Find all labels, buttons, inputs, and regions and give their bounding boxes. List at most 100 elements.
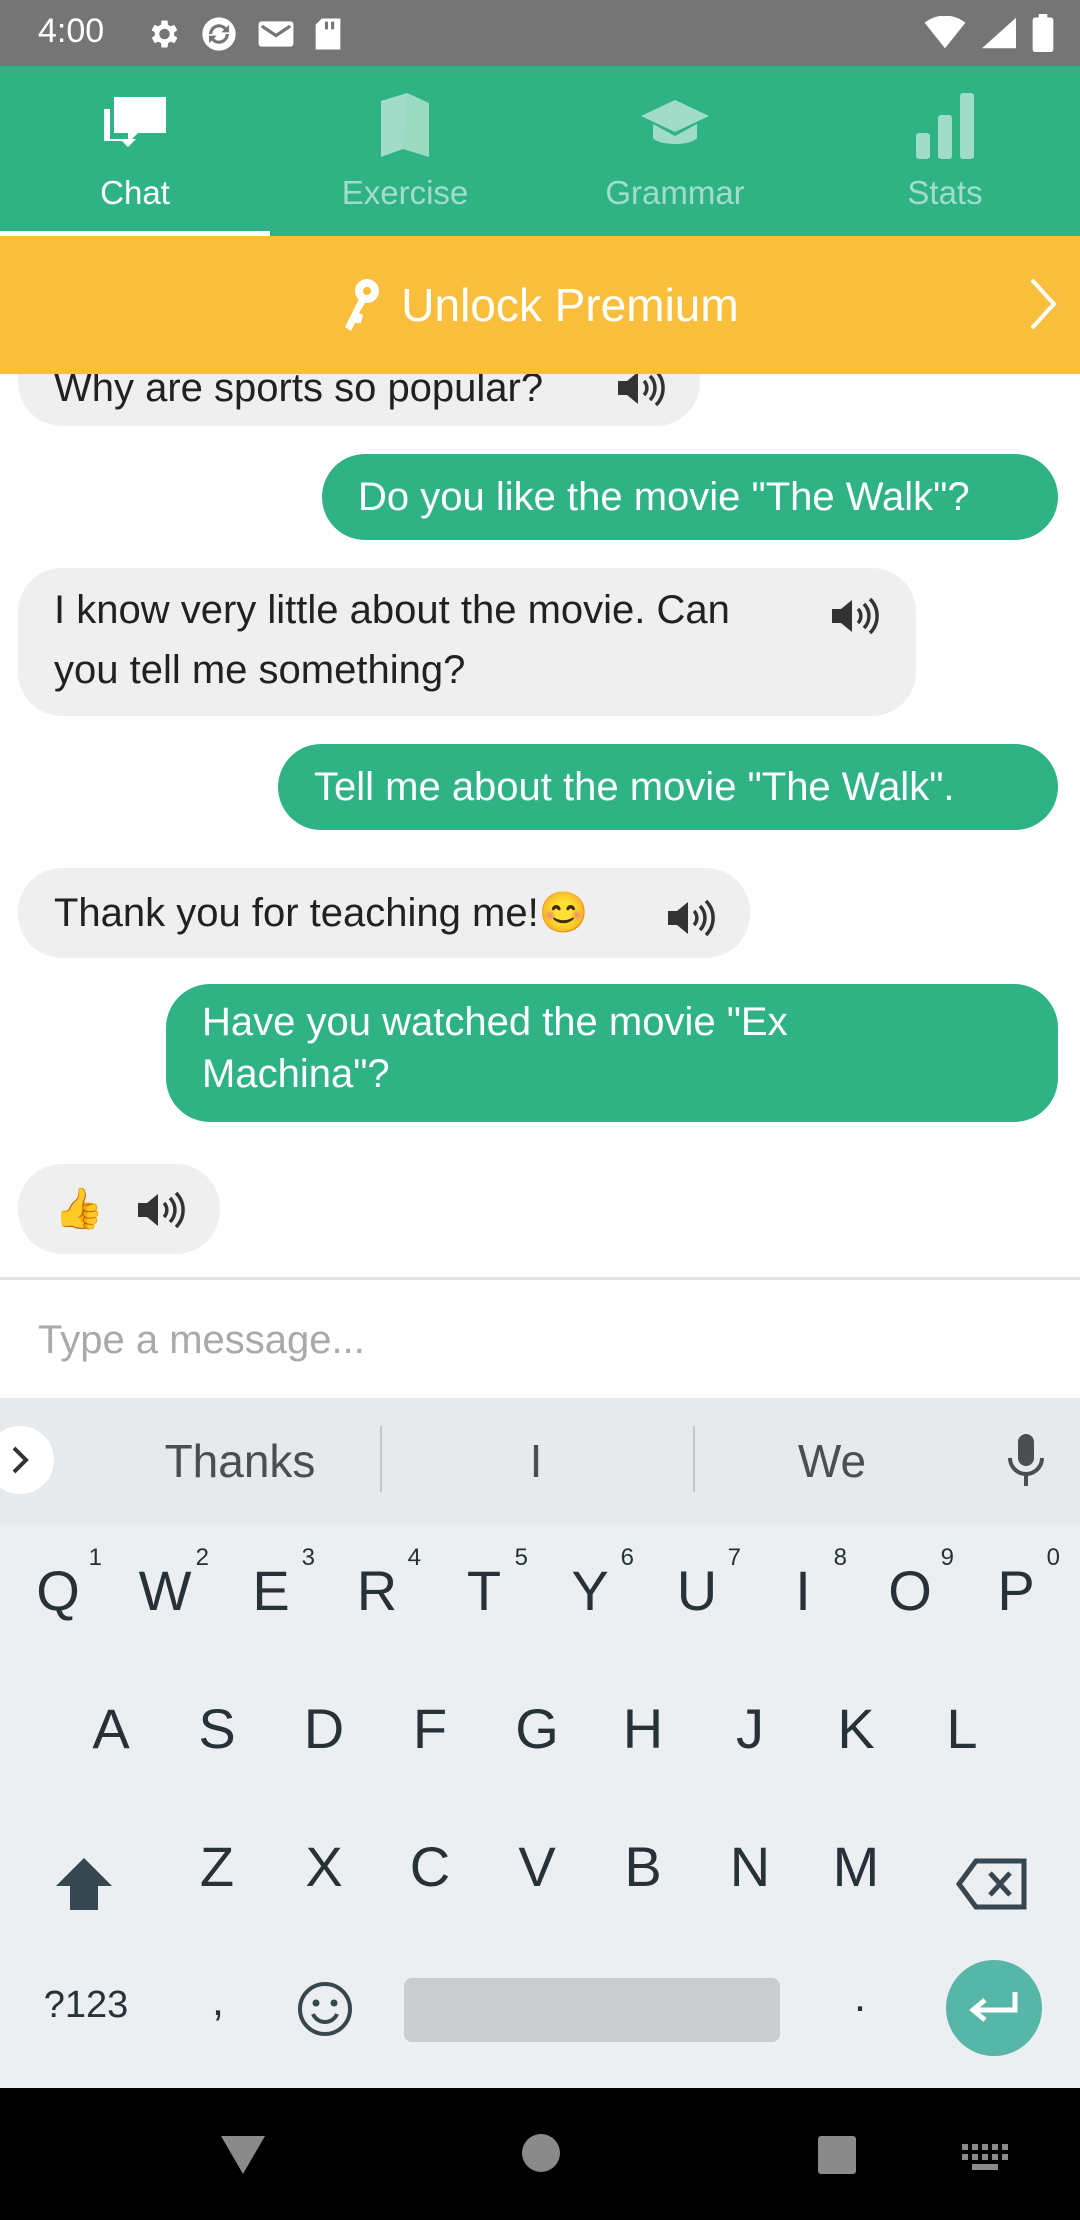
message-text: Thank you for teaching me!😊 xyxy=(54,891,589,935)
key-g[interactable]: G xyxy=(487,1696,587,1761)
key-l[interactable]: L xyxy=(912,1696,1012,1761)
speaker-icon[interactable] xyxy=(830,596,882,636)
suggestion-item[interactable]: Thanks xyxy=(140,1434,340,1488)
backspace-icon[interactable] xyxy=(956,1858,1028,1910)
key-n[interactable]: N xyxy=(700,1834,800,1899)
tab-stats[interactable]: Stats xyxy=(810,66,1080,236)
microphone-icon[interactable] xyxy=(1006,1432,1046,1490)
message-text-line: Machina"? xyxy=(202,1052,390,1096)
bot-message: Why are sports so popular? xyxy=(18,374,700,426)
bot-message: 👍 xyxy=(18,1164,220,1254)
battery-icon xyxy=(1032,14,1054,52)
key-u[interactable]: U7 xyxy=(647,1544,747,1623)
notification-icons xyxy=(145,14,343,54)
key-j[interactable]: J xyxy=(700,1696,800,1761)
tab-bar: Chat Exercise Grammar Stats xyxy=(0,66,1080,236)
chevron-right-icon xyxy=(12,1446,29,1474)
key-v[interactable]: V xyxy=(487,1834,587,1899)
tab-grammar[interactable]: Grammar xyxy=(540,66,810,236)
suggestion-item[interactable]: I xyxy=(436,1434,636,1488)
symbols-key[interactable]: ?123 xyxy=(26,1984,146,2027)
unlock-premium-banner[interactable]: Unlock Premium xyxy=(0,236,1080,374)
status-bar: 4:00 xyxy=(0,0,1080,66)
comma-key[interactable]: , xyxy=(168,1976,268,2026)
back-icon[interactable] xyxy=(218,2132,268,2176)
key-x[interactable]: X xyxy=(274,1834,374,1899)
key-t[interactable]: T5 xyxy=(434,1544,534,1623)
tab-label: Exercise xyxy=(341,174,469,211)
tab-label: Grammar xyxy=(605,174,745,211)
speaker-icon[interactable] xyxy=(616,374,668,408)
settings-icon xyxy=(151,20,178,48)
key-q[interactable]: Q1 xyxy=(8,1544,108,1623)
chevron-right-icon xyxy=(1030,278,1057,330)
key-s[interactable]: S xyxy=(167,1696,267,1761)
tab-label: Stats xyxy=(907,174,983,211)
status-time: 4:00 xyxy=(38,12,105,50)
message-text: Why are sports so popular? xyxy=(54,374,544,410)
message-text-line: Have you watched the movie "Ex xyxy=(202,1000,788,1044)
unlock-premium-label: Unlock Premium xyxy=(401,279,739,331)
suggestion-divider xyxy=(693,1426,695,1492)
key-b[interactable]: B xyxy=(593,1834,693,1899)
key-z[interactable]: Z xyxy=(167,1834,267,1899)
bot-message: I know very little about the movie. Can … xyxy=(18,568,916,716)
soft-keyboard: Thanks I We Q1 W2 E3 R4 T5 Y6 U7 I8 O9 P… xyxy=(0,1398,1080,2088)
chat-messages: Why are sports so popular? Do you like t… xyxy=(0,374,1080,1278)
speaker-icon[interactable] xyxy=(666,898,718,938)
bot-message: Thank you for teaching me!😊 xyxy=(18,868,750,958)
key-icon xyxy=(345,279,380,331)
expand-suggestions-button[interactable] xyxy=(0,1426,54,1494)
home-icon[interactable] xyxy=(520,2132,562,2174)
shift-icon[interactable] xyxy=(54,1856,114,1912)
enter-button[interactable] xyxy=(946,1960,1042,2056)
mail-icon xyxy=(258,21,294,47)
tab-exercise[interactable]: Exercise xyxy=(270,66,540,236)
key-i[interactable]: I8 xyxy=(753,1544,853,1623)
speaker-icon[interactable] xyxy=(136,1190,188,1230)
message-composer xyxy=(0,1280,1080,1398)
key-h[interactable]: H xyxy=(593,1696,693,1761)
message-text: Tell me about the movie "The Walk". xyxy=(314,765,955,809)
system-navigation-bar xyxy=(0,2088,1080,2220)
chat-icon xyxy=(104,97,166,147)
emoji-icon[interactable] xyxy=(296,1980,354,2038)
key-k[interactable]: K xyxy=(806,1696,906,1761)
key-y[interactable]: Y6 xyxy=(540,1544,640,1623)
space-bar[interactable] xyxy=(404,1978,780,2042)
key-a[interactable]: A xyxy=(61,1696,161,1761)
user-message: Do you like the movie "The Walk"? xyxy=(322,454,1058,540)
keyboard-switch-icon[interactable] xyxy=(962,2144,1008,2172)
key-w[interactable]: W2 xyxy=(115,1544,215,1623)
key-o[interactable]: O9 xyxy=(860,1544,960,1623)
message-text: Do you like the movie "The Walk"? xyxy=(358,475,970,519)
key-d[interactable]: D xyxy=(274,1696,374,1761)
tab-label: Chat xyxy=(100,174,170,211)
suggestion-strip: Thanks I We xyxy=(0,1398,1080,1524)
suggestion-item[interactable]: We xyxy=(732,1434,932,1488)
user-message: Tell me about the movie "The Walk". xyxy=(278,744,1058,830)
key-e[interactable]: E3 xyxy=(221,1544,321,1623)
user-message: Have you watched the movie "Ex Machina"? xyxy=(166,984,1058,1122)
message-text-line: I know very little about the movie. Can xyxy=(54,588,730,632)
key-c[interactable]: C xyxy=(380,1834,480,1899)
wifi-icon xyxy=(924,16,966,49)
message-text-line: you tell me something? xyxy=(54,648,466,692)
message-text: 👍 xyxy=(54,1187,104,1231)
tab-chat[interactable]: Chat xyxy=(0,66,270,236)
bar-chart-icon xyxy=(916,93,974,159)
signal-icon xyxy=(982,17,1016,49)
recents-icon[interactable] xyxy=(816,2134,858,2176)
period-key[interactable]: . xyxy=(810,1972,910,2022)
message-input[interactable] xyxy=(38,1310,1038,1370)
sd-card-icon xyxy=(315,18,341,50)
key-p[interactable]: P0 xyxy=(966,1544,1066,1623)
key-f[interactable]: F xyxy=(380,1696,480,1761)
graduation-cap-icon xyxy=(641,100,709,144)
suggestion-divider xyxy=(380,1426,382,1492)
book-icon xyxy=(381,93,429,157)
key-m[interactable]: M xyxy=(806,1834,906,1899)
enter-icon xyxy=(969,1992,1018,2022)
key-r[interactable]: R4 xyxy=(327,1544,427,1623)
system-icons xyxy=(924,14,1054,52)
